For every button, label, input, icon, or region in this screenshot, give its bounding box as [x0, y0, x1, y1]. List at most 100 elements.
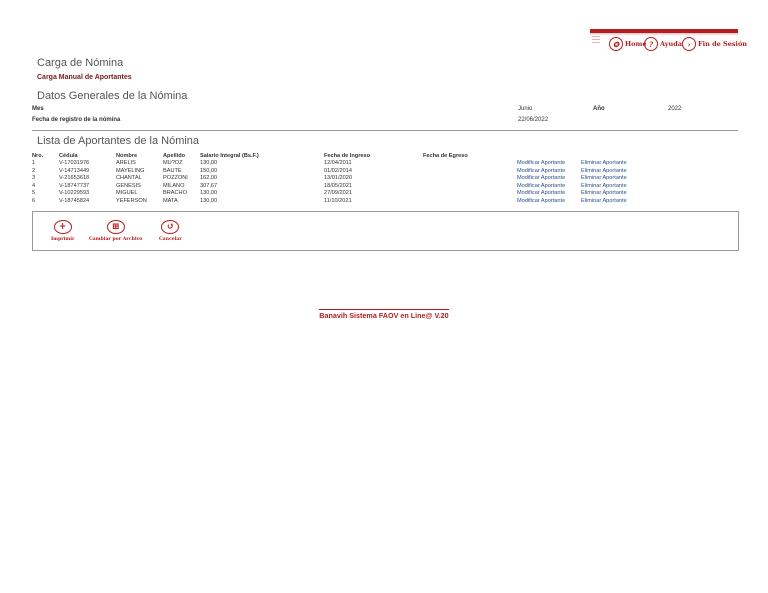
col-header-apellido: Apellido [163, 153, 186, 159]
col-header-salario: Salario Integral (Bs.F.) [200, 153, 259, 159]
upload-file-label: Cambiar por Archivo [89, 237, 143, 242]
col-header-fecha-ingreso: Fecha de Ingreso [324, 153, 371, 159]
cell-nro: 5 [32, 190, 36, 197]
cell-nombre: ARELIS [116, 160, 136, 166]
cell-cedula: V-17031976 [59, 160, 90, 166]
section-divider [32, 130, 738, 131]
cell-cedula: V-14713449 [59, 167, 90, 174]
col-header-fecha-egreso: Fecha de Egreso [423, 153, 468, 159]
modify-contributor-link[interactable]: Modificar Aportante [517, 168, 581, 176]
col-header-actions-2 [581, 152, 627, 160]
fecha-registro-value: 22/06/2022 [518, 117, 549, 123]
cell-apellido: MU?OZ [163, 160, 183, 166]
col-header-nro: Nro. [32, 153, 44, 159]
cell-apellido: MATA [163, 197, 178, 204]
delete-contributor-link[interactable]: Eliminar Aportante [581, 198, 627, 206]
nav-help-button[interactable]: ? Ayuda [644, 37, 682, 51]
nav-stripes-decoration [592, 36, 600, 44]
delete-contributor-link[interactable]: Eliminar Aportante [581, 160, 627, 168]
mes-value: Junio [518, 106, 533, 112]
cell-nro: 3 [32, 175, 36, 182]
nav-help-label: Ayuda [660, 40, 683, 48]
footer-text: Banavih Sistema FAOV en Line@ V.20 [319, 309, 449, 320]
delete-contributor-link[interactable]: Eliminar Aportante [581, 190, 627, 198]
cell-salario: 130,00 [200, 197, 218, 204]
table-row: 6 V-18745824 YEFERSON MATA 130,00 11/10/… [32, 198, 627, 206]
cell-fecha-egreso [423, 190, 517, 198]
print-label: Imprimir [51, 237, 75, 242]
cell-nombre: YEFERSON [116, 197, 147, 204]
cell-salario: 307,67 [200, 182, 218, 189]
table-row: 1 V-17031976 ARELIS MU?OZ 130,00 12/04/2… [32, 160, 627, 168]
cell-fecha-egreso [423, 198, 517, 206]
page-title: Carga de Nómina [37, 57, 124, 69]
cell-nombre: MIGUEL [116, 190, 138, 197]
cell-fecha-ingreso: 01/02/2014 [324, 167, 352, 174]
help-icon: ? [644, 37, 658, 51]
delete-contributor-link[interactable]: Eliminar Aportante [581, 183, 627, 191]
table-header-row: Nro. Cédula Nombre Apellido Salario Inte… [32, 152, 627, 160]
anio-label: Año [593, 106, 605, 112]
col-header-cedula: Cédula [59, 153, 78, 159]
home-icon: ✪ [609, 37, 623, 51]
cell-fecha-ingreso: 11/10/2021 [324, 197, 352, 204]
cell-fecha-ingreso: 18/05/2021 [324, 182, 352, 189]
col-header-actions [517, 152, 581, 160]
cell-nro: 6 [32, 197, 36, 204]
print-button[interactable]: + Imprimir [51, 220, 74, 242]
action-panel: + Imprimir ⊞ Cambiar por Archivo ↺ Cance… [32, 211, 739, 251]
cancel-label: Cancelar [159, 237, 182, 242]
cell-fecha-egreso [423, 168, 517, 176]
cell-nombre: MAYELING [116, 167, 145, 174]
modify-contributor-link[interactable]: Modificar Aportante [517, 198, 581, 206]
cell-fecha-ingreso: 27/09/2021 [324, 190, 352, 197]
logout-icon: › [682, 37, 696, 51]
cell-salario: 150,00 [200, 167, 218, 174]
cell-nro: 2 [32, 167, 36, 174]
nav-bar-shadow [590, 33, 738, 36]
delete-contributor-link[interactable]: Eliminar Aportante [581, 175, 627, 183]
cell-salario: 130,00 [200, 190, 218, 197]
print-icon: + [53, 220, 72, 234]
contributors-table: Nro. Cédula Nombre Apellido Salario Inte… [32, 152, 627, 206]
table-row: 2 V-14713449 MAYELING BAUTE 150,00 01/02… [32, 168, 627, 176]
cell-fecha-ingreso: 13/01/2020 [324, 175, 352, 182]
table-row: 3 V-21653618 CHANTAL POZZONI 162,00 13/0… [32, 175, 627, 183]
cell-fecha-ingreso: 12/04/2011 [324, 160, 352, 166]
delete-contributor-link[interactable]: Eliminar Aportante [581, 168, 627, 176]
cancel-button[interactable]: ↺ Cancelar [159, 220, 182, 242]
modify-contributor-link[interactable]: Modificar Aportante [517, 175, 581, 183]
modify-contributor-link[interactable]: Modificar Aportante [517, 183, 581, 191]
cell-nombre: CHANTAL [116, 175, 142, 182]
cell-fecha-egreso [423, 160, 517, 168]
cell-salario: 162,00 [200, 175, 218, 182]
nav-logout-label: Fin de Sesión [698, 40, 748, 48]
cell-cedula: V-18747737 [59, 182, 90, 189]
cell-fecha-egreso [423, 175, 517, 183]
top-navigation: ✪ Home ? Ayuda › Fin de Sesión [590, 29, 747, 51]
cancel-icon: ↺ [161, 220, 180, 234]
col-header-nombre: Nombre [116, 153, 138, 159]
section-list-title: Lista de Aportantes de la Nómina [37, 135, 200, 147]
nav-home-button[interactable]: ✪ Home [609, 37, 647, 51]
cell-apellido: MILANO [163, 182, 185, 189]
page-subtitle: Carga Manual de Aportantes [37, 74, 132, 81]
nav-logout-button[interactable]: › Fin de Sesión [682, 37, 747, 51]
cell-apellido: BRACHO [163, 190, 187, 197]
modify-contributor-link[interactable]: Modificar Aportante [517, 190, 581, 198]
anio-value: 2022 [668, 106, 682, 112]
cell-cedula: V-21653618 [59, 175, 90, 182]
cell-salario: 130,00 [200, 160, 218, 166]
modify-contributor-link[interactable]: Modificar Aportante [517, 160, 581, 168]
cell-nro: 1 [32, 160, 36, 166]
section-general-title: Datos Generales de la Nómina [37, 90, 188, 102]
table-row: 5 V-10229593 MIGUEL BRACHO 130,00 27/09/… [32, 190, 627, 198]
table-row: 4 V-18747737 GENESIS MILANO 307,67 18/05… [32, 183, 627, 191]
upload-file-icon: ⊞ [106, 220, 125, 234]
mes-label: Mes [32, 106, 44, 112]
footer: Banavih Sistema FAOV en Line@ V.20 [0, 305, 768, 323]
cell-cedula: V-10229593 [59, 190, 90, 197]
cell-nombre: GENESIS [116, 182, 141, 189]
fecha-registro-label: Fecha de registro de la nómina [32, 117, 121, 123]
upload-file-button[interactable]: ⊞ Cambiar por Archivo [89, 220, 142, 242]
